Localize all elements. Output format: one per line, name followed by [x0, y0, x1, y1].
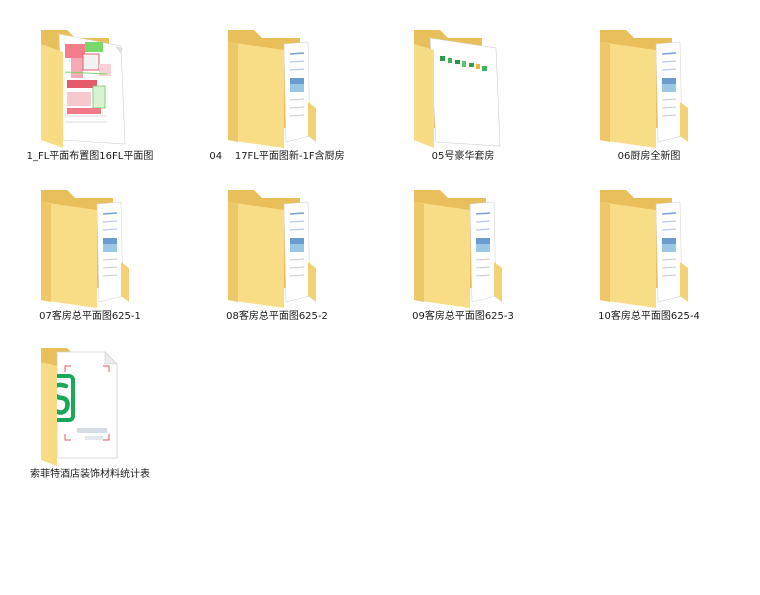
folder-item-08-guestroom[interactable]: 08客房总平面图625-2 — [184, 164, 370, 322]
folder-item-17fl-plan[interactable]: 04 17FL平面图新-1F含厨房 — [184, 4, 370, 162]
folder-item-09-guestroom[interactable]: 09客房总平面图625-3 — [370, 164, 556, 322]
folder-icon — [224, 184, 324, 308]
folder-icon — [37, 184, 137, 308]
file-name: 索菲特酒店装饰材料统计表 — [30, 469, 150, 480]
folder-name: 10客房总平面图625-4 — [598, 311, 700, 322]
folder-name: 1_FL平面布置图16FL平面图 — [26, 151, 154, 162]
folder-name: 08客房总平面图625-2 — [226, 311, 328, 322]
folder-name: 04 17FL平面图新-1F含厨房 — [209, 151, 345, 162]
folder-item-07-guestroom[interactable]: 07客房总平面图625-1 — [0, 164, 183, 322]
folder-icon — [596, 184, 696, 308]
folder-icon — [410, 184, 510, 308]
folder-icon — [596, 24, 696, 148]
folder-name: 06厨房全新图 — [617, 151, 681, 162]
folder-item-10-guestroom[interactable]: 10客房总平面图625-4 — [556, 164, 742, 322]
folder-icon — [37, 24, 137, 148]
folder-item-sofitel-materials[interactable]: 索菲特酒店装饰材料统计表 — [0, 322, 183, 480]
folder-name: 09客房总平面图625-3 — [412, 311, 514, 322]
folder-icon — [410, 24, 510, 148]
folder-item-1fl-layout[interactable]: 1_FL平面布置图16FL平面图 — [0, 4, 183, 162]
folder-item-06-kitchen[interactable]: 06厨房全新图 — [556, 4, 742, 162]
folder-icon — [224, 24, 324, 148]
spreadsheet-file-icon — [37, 342, 137, 466]
folder-name: 05号豪华套房 — [431, 151, 495, 162]
folder-item-05-deluxe-suite[interactable]: 05号豪华套房 — [370, 4, 556, 162]
file-explorer-icon-grid: 1_FL平面布置图16FL平面图 04 17FL平面图新-1F含厨房 05号豪华… — [0, 0, 760, 595]
